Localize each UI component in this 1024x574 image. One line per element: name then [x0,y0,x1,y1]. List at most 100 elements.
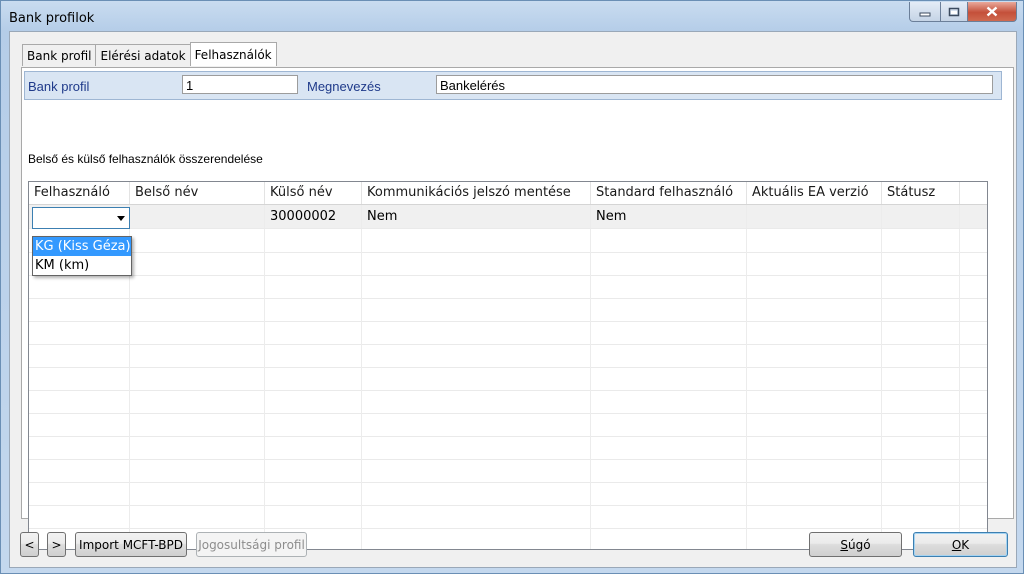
empty-cell [130,229,265,252]
felhasznalo-combo[interactable] [32,207,130,229]
close-button[interactable] [968,2,1017,22]
maximize-icon [948,7,960,16]
empty-row [29,344,987,368]
bank-profilok-window: Bank profilok Bank profil Elérési adatok… [0,0,1024,574]
empty-cell [591,275,747,298]
dropdown-option[interactable]: KG (Kiss Géza) [33,237,131,256]
empty-cell [29,459,130,482]
chevron-down-icon[interactable] [117,216,125,221]
empty-cell [265,321,362,344]
empty-cell [591,321,747,344]
col-header-jelszo-mentese[interactable]: Kommunikációs jelszó mentése [362,182,591,204]
empty-cell [265,505,362,528]
empty-cell [265,275,362,298]
empty-cell [747,252,882,275]
empty-cell [882,252,960,275]
empty-cell [29,298,130,321]
cell-belso-nev[interactable] [130,205,265,228]
felhasznalo-dropdown-list: KG (Kiss Géza) KM (km) [32,236,132,276]
empty-cell [882,344,960,367]
empty-cell [362,459,591,482]
empty-cell [747,229,882,252]
col-header-kulso-nev[interactable]: Külső név [265,182,362,204]
empty-cell [130,252,265,275]
empty-row [29,459,987,483]
megnevezes-label: Megnevezés [307,79,381,94]
empty-cell [265,390,362,413]
empty-cell [362,413,591,436]
cell-kulso-nev[interactable]: 30000002 [265,205,362,228]
empty-cell [29,275,130,298]
cell-felhasznalo[interactable] [29,205,130,229]
megnevezes-field[interactable]: Bankelérés [436,75,993,94]
empty-cell [882,459,960,482]
empty-cell [747,367,882,390]
col-header-ea-verzio[interactable]: Aktuális EA verzió [747,182,882,204]
empty-cell [362,436,591,459]
tab-felhasznalok[interactable]: Felhasználók [189,42,277,66]
sugo-button[interactable]: Súgó [809,532,902,557]
cell-standard[interactable]: Nem [591,205,747,228]
grid-header: Felhasználó Belső név Külső név Kommunik… [29,182,987,205]
empty-row [29,482,987,506]
empty-cell [591,367,747,390]
cell-jelszo-mentese[interactable]: Nem [362,205,591,228]
empty-cell [747,321,882,344]
empty-row [29,390,987,414]
table-row[interactable]: 30000002 Nem Nem [29,205,987,229]
next-button[interactable]: > [47,532,66,557]
empty-cell [747,505,882,528]
empty-cell [362,275,591,298]
empty-row [29,413,987,437]
empty-cell [591,505,747,528]
empty-cell [591,528,747,549]
empty-row [29,321,987,345]
empty-cell [362,344,591,367]
empty-cell [29,413,130,436]
ok-button[interactable]: OK [913,532,1008,557]
minimize-icon [919,12,931,16]
empty-cell [882,298,960,321]
empty-cell [882,321,960,344]
dropdown-option[interactable]: KM (km) [33,256,131,275]
empty-cell [591,482,747,505]
empty-cell [591,344,747,367]
col-header-belso-nev[interactable]: Belső név [130,182,265,204]
bank-profil-label: Bank profil [28,79,90,94]
tab-panel-felhasznalok: Bank profil 1 Megnevezés Bankelérés Bels… [21,67,1014,550]
bank-profil-field[interactable]: 1 [182,75,298,94]
col-header-felhasznalo[interactable]: Felhasználó [29,182,130,204]
tab-bank-profil[interactable]: Bank profil [22,44,97,66]
empty-cell [29,505,130,528]
jogosultsagi-profil-button[interactable]: Jogosultsági profil [196,532,307,557]
empty-cell [29,482,130,505]
empty-cell [29,390,130,413]
import-mcft-bpd-button[interactable]: Import MCFT-BPD [75,532,187,557]
empty-row [29,367,987,391]
empty-cell [747,459,882,482]
col-header-standard[interactable]: Standard felhasználó [591,182,747,204]
minimize-button[interactable] [909,2,941,22]
empty-cell [265,482,362,505]
cell-statusz[interactable] [882,205,960,228]
cell-ea-verzio[interactable] [747,205,882,228]
empty-cell [882,367,960,390]
tab-elerezi-adatok[interactable]: Elérési adatok [95,44,191,66]
prev-button[interactable]: < [20,532,39,557]
sugo-accel: S [840,537,849,552]
maximize-button[interactable] [941,2,968,22]
empty-cell [362,505,591,528]
empty-cell [747,413,882,436]
user-mapping-grid: Felhasználó Belső név Külső név Kommunik… [28,181,988,550]
empty-cell [882,275,960,298]
col-header-statusz[interactable]: Státusz [882,182,960,204]
empty-cell [130,436,265,459]
empty-cell [882,413,960,436]
empty-cell [29,367,130,390]
empty-cell [362,298,591,321]
empty-cell [29,344,130,367]
empty-cell [591,229,747,252]
empty-cell [130,459,265,482]
empty-cell [882,390,960,413]
empty-cell [362,229,591,252]
